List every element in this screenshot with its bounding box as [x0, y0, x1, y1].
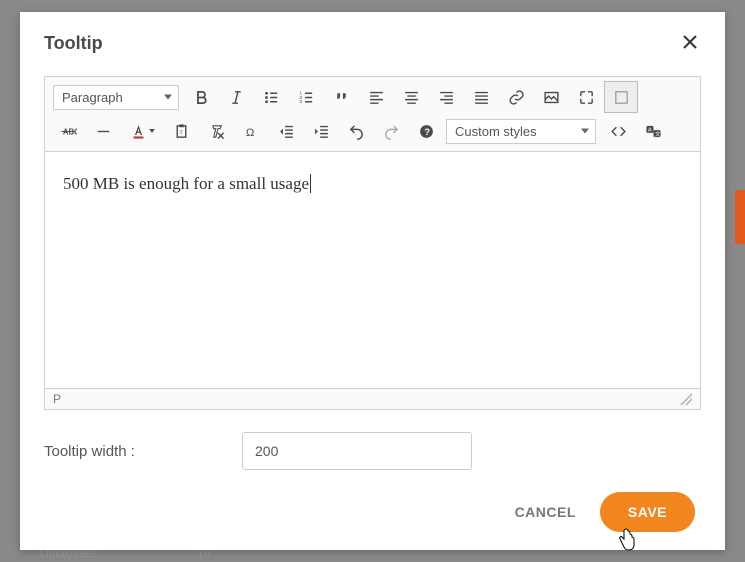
image-icon [543, 89, 560, 106]
dropdown-caret-icon [149, 129, 155, 133]
italic-button[interactable] [219, 81, 253, 113]
blockquote-icon [333, 89, 350, 106]
svg-text:Ω: Ω [245, 126, 253, 138]
show-blocks-button[interactable] [604, 81, 638, 113]
align-left-icon [368, 89, 385, 106]
align-justify-button[interactable] [464, 81, 498, 113]
bg-accent-strip [735, 190, 745, 244]
tooltip-width-row: Tooltip width : [20, 410, 725, 474]
maximize-button[interactable] [569, 81, 603, 113]
editor-toolbar: Paragraph 123 [45, 77, 700, 152]
tooltip-width-label: Tooltip width : [44, 443, 224, 460]
outdent-icon [278, 123, 295, 140]
styles-select-label: Custom styles [455, 124, 537, 139]
save-button[interactable]: SAVE [600, 492, 695, 532]
format-select[interactable]: Paragraph [53, 85, 179, 110]
styles-select[interactable]: Custom styles [446, 119, 596, 144]
svg-text:3: 3 [299, 99, 302, 105]
numbered-list-button[interactable]: 123 [289, 81, 323, 113]
editor-text: 500 MB is enough for a small usage [63, 174, 311, 193]
cancel-button[interactable]: CANCEL [515, 504, 576, 520]
redo-button[interactable] [374, 115, 408, 147]
indent-button[interactable] [304, 115, 338, 147]
align-right-button[interactable] [429, 81, 463, 113]
svg-text:A: A [647, 127, 651, 133]
rich-text-editor: Paragraph 123 [44, 76, 701, 410]
undo-button[interactable] [339, 115, 373, 147]
image-button[interactable] [534, 81, 568, 113]
close-icon [683, 35, 697, 49]
align-center-button[interactable] [394, 81, 428, 113]
align-right-icon [438, 89, 455, 106]
editor-element-path: P [53, 392, 61, 406]
horizontal-rule-icon [95, 123, 112, 140]
remove-format-button[interactable] [199, 115, 233, 147]
blockquote-button[interactable] [324, 81, 358, 113]
omega-icon: Ω [243, 123, 260, 140]
help-button[interactable]: ? [409, 115, 443, 147]
modal-title: Tooltip [44, 33, 103, 54]
svg-text:T: T [179, 130, 183, 136]
tooltip-width-input[interactable] [242, 432, 472, 470]
strikethrough-icon: ABC [60, 123, 77, 140]
source-icon [610, 123, 627, 140]
modal-footer: CANCEL SAVE [20, 474, 725, 542]
help-icon: ? [418, 123, 435, 140]
link-button[interactable] [499, 81, 533, 113]
editor-status-bar: P [45, 388, 700, 409]
link-icon [508, 89, 525, 106]
text-color-icon [130, 123, 147, 140]
translate-button[interactable]: A文 [636, 115, 670, 147]
text-color-button[interactable] [121, 115, 163, 147]
paste-text-icon: T [173, 123, 190, 140]
close-button[interactable] [679, 30, 701, 56]
show-blocks-icon [613, 89, 630, 106]
svg-text:?: ? [424, 127, 430, 137]
maximize-icon [578, 89, 595, 106]
italic-icon [228, 89, 245, 106]
indent-icon [313, 123, 330, 140]
resize-handle[interactable] [680, 393, 692, 405]
modal-header: Tooltip [20, 12, 725, 64]
horizontal-rule-button[interactable] [86, 115, 120, 147]
bullet-list-button[interactable] [254, 81, 288, 113]
remove-format-icon [208, 123, 225, 140]
tooltip-modal: Tooltip Paragraph 123 [20, 12, 725, 550]
paste-text-button[interactable]: T [164, 115, 198, 147]
format-select-label: Paragraph [62, 90, 123, 105]
redo-icon [383, 123, 400, 140]
numbered-list-icon: 123 [298, 89, 315, 106]
source-button[interactable] [601, 115, 635, 147]
outdent-button[interactable] [269, 115, 303, 147]
editor-content-area[interactable]: 500 MB is enough for a small usage [45, 152, 700, 388]
translate-icon: A文 [645, 123, 662, 140]
undo-icon [348, 123, 365, 140]
align-left-button[interactable] [359, 81, 393, 113]
align-center-icon [403, 89, 420, 106]
strikethrough-button[interactable]: ABC [51, 115, 85, 147]
bold-button[interactable] [184, 81, 218, 113]
bullet-list-icon [263, 89, 280, 106]
special-char-button[interactable]: Ω [234, 115, 268, 147]
align-justify-icon [473, 89, 490, 106]
bold-icon [193, 89, 210, 106]
